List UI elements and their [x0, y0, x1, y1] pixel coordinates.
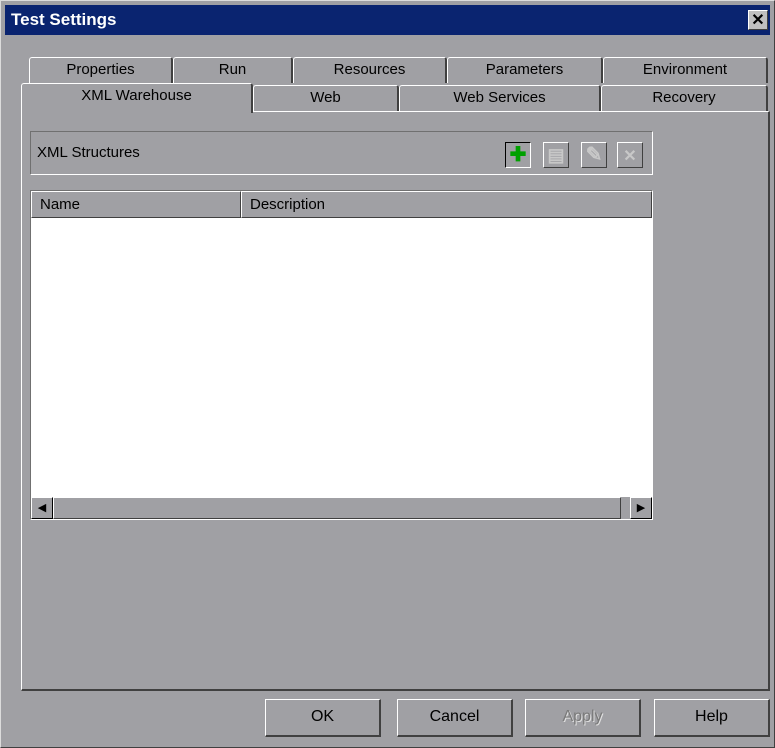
column-header-description[interactable]: Description — [241, 191, 652, 218]
edit-button[interactable]: ✎ — [581, 142, 607, 168]
tab-recovery[interactable]: Recovery — [601, 85, 768, 111]
scroll-left-button[interactable]: ◀ — [31, 497, 53, 519]
tab-run[interactable]: Run — [173, 57, 293, 83]
tab-parameters[interactable]: Parameters — [447, 57, 603, 83]
edit-icon: ✎ — [585, 144, 603, 166]
copy-button[interactable]: ▤ — [543, 142, 569, 168]
tab-properties[interactable]: Properties — [29, 57, 173, 83]
add-icon: ✚ — [509, 144, 527, 166]
xml-structures-label: XML Structures — [37, 144, 140, 161]
tab-environment[interactable]: Environment — [603, 57, 768, 83]
scroll-right-button[interactable]: ▶ — [630, 497, 652, 519]
tab-web[interactable]: Web — [253, 85, 399, 111]
column-header-name[interactable]: Name — [31, 191, 241, 218]
close-icon: ✕ — [751, 12, 765, 29]
copy-icon: ▤ — [547, 145, 565, 165]
scroll-thumb[interactable] — [53, 497, 621, 519]
delete-button[interactable]: ✕ — [617, 142, 643, 168]
add-button[interactable]: ✚ — [505, 142, 531, 168]
apply-button[interactable]: Apply — [525, 699, 641, 737]
arrow-left-icon: ◀ — [37, 502, 47, 514]
xml-structures-list[interactable]: Name Description ◀ ▶ — [30, 190, 653, 520]
xml-structures-toolbar: XML Structures ✚ ▤ ✎ ✕ — [30, 131, 653, 175]
help-button[interactable]: Help — [654, 699, 770, 737]
dialog-title: Test Settings — [11, 10, 117, 29]
cancel-button[interactable]: Cancel — [397, 699, 513, 737]
arrow-right-icon: ▶ — [636, 502, 646, 514]
ok-button[interactable]: OK — [265, 699, 381, 737]
title-bar[interactable]: Test Settings ✕ — [5, 5, 770, 35]
delete-icon: ✕ — [623, 148, 637, 165]
tab-xml-warehouse[interactable]: XML Warehouse — [21, 83, 253, 113]
tab-web-services[interactable]: Web Services — [399, 85, 601, 111]
horizontal-scrollbar[interactable]: ◀ ▶ — [31, 497, 652, 519]
tab-resources[interactable]: Resources — [293, 57, 447, 83]
test-settings-dialog: Test Settings ✕ Properties Run Resources… — [0, 0, 775, 748]
close-button[interactable]: ✕ — [748, 10, 768, 30]
